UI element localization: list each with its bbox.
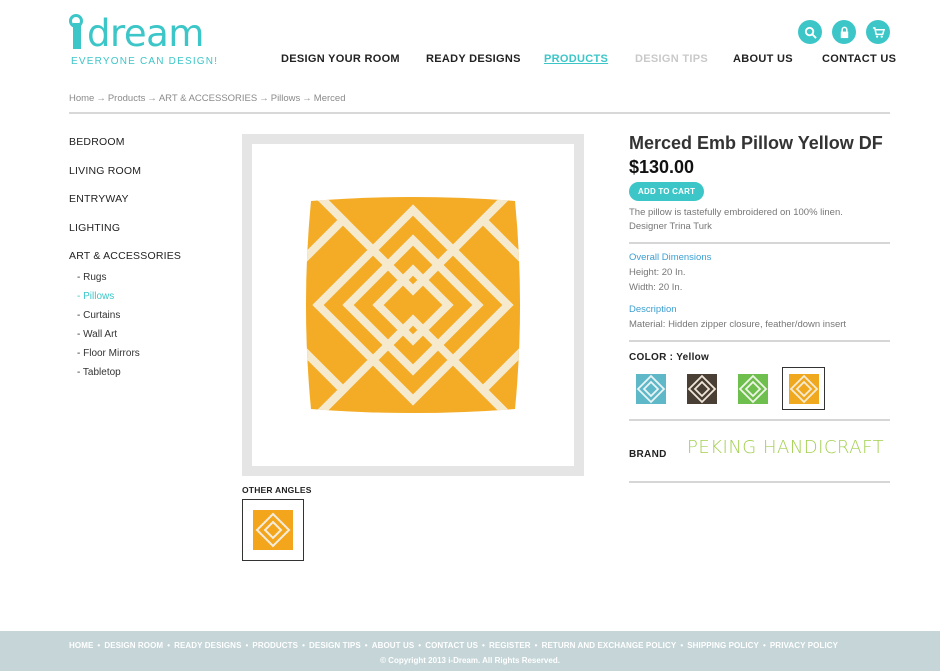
add-to-cart-button[interactable]: ADD TO CART xyxy=(629,182,705,201)
breadcrumb-art-accessories[interactable]: ART & ACCESSORIES xyxy=(159,93,257,104)
description-heading: Description xyxy=(629,304,677,315)
swatch-black-image xyxy=(686,373,717,404)
nav-ready-designs[interactable]: READY DESIGNS xyxy=(426,53,521,65)
footer-separator: • xyxy=(167,641,171,650)
nav-about-us[interactable]: ABOUT US xyxy=(733,53,793,65)
divider xyxy=(629,340,890,342)
main-nav: DESIGN YOUR ROOM READY DESIGNS PRODUCTS … xyxy=(281,53,896,69)
footer-link-return-policy[interactable]: RETURN AND EXCHANGE POLICY xyxy=(542,641,677,650)
footer-links: HOME • DESIGN ROOM • READY DESIGNS • PRODUCTS •… xyxy=(69,641,838,650)
other-angle-thumbnail[interactable] xyxy=(242,499,304,561)
footer-link-home[interactable]: HOME xyxy=(69,641,93,650)
footer-separator: • xyxy=(482,641,485,650)
sidebar-item-entryway[interactable]: ENTRYWAY xyxy=(69,192,219,221)
dimensions-block: Overall Dimensions Height: 20 In. Width:… xyxy=(629,251,890,295)
product-description: The pillow is tastefully embroidered on … xyxy=(629,206,890,233)
height-value: Height: 20 In. xyxy=(629,267,686,278)
footer-link-products[interactable]: PRODUCTS xyxy=(252,641,298,650)
swatch-green[interactable] xyxy=(731,367,774,410)
footer-separator: • xyxy=(364,641,368,650)
footer-separator: • xyxy=(534,641,538,650)
sidebar-subitem-curtains[interactable]: - Curtains xyxy=(69,309,219,328)
breadcrumb-home[interactable]: Home xyxy=(69,93,94,104)
divider xyxy=(629,419,890,421)
swatch-green-image xyxy=(737,373,768,404)
sidebar-item-living-room[interactable]: LIVING ROOM xyxy=(69,164,219,193)
sidebar-subitem-pillows[interactable]: - Pillows xyxy=(69,290,219,309)
swatch-blue[interactable] xyxy=(629,367,672,410)
divider xyxy=(629,481,890,483)
brand-logo[interactable]: PEKING HANDICRAFT xyxy=(687,437,884,458)
logo-tagline: EVERYONE CAN DESIGN! xyxy=(71,56,219,67)
pillow-thumbnail-image xyxy=(253,510,293,550)
footer: HOME • DESIGN ROOM • READY DESIGNS • PRODUCTS •… xyxy=(0,631,940,671)
footer-separator: • xyxy=(97,641,101,650)
logo[interactable]: dream EVERYONE CAN DESIGN! xyxy=(69,12,217,70)
search-icon[interactable] xyxy=(798,20,822,44)
divider xyxy=(629,242,890,244)
header-icons xyxy=(798,20,890,44)
brand-label: BRAND xyxy=(629,448,667,460)
sidebar-subitem-tabletop[interactable]: - Tabletop xyxy=(69,366,219,385)
swatch-black[interactable] xyxy=(680,367,723,410)
footer-separator: • xyxy=(418,641,422,650)
sidebar-subitem-wall-art[interactable]: - Wall Art xyxy=(69,328,219,347)
brand-row: BRAND PEKING HANDICRAFT xyxy=(629,427,890,467)
footer-link-privacy-policy[interactable]: PRIVACY POLICY xyxy=(770,641,838,650)
breadcrumb-separator: → xyxy=(96,93,106,104)
logo-wordmark: dream xyxy=(69,12,204,56)
nav-contact-us[interactable]: CONTACT US xyxy=(822,53,896,65)
product-title: Merced Emb Pillow Yellow DF xyxy=(629,133,883,153)
product-details: Merced Emb Pillow Yellow DF $130.00 ADD … xyxy=(629,133,890,490)
breadcrumb-separator: → xyxy=(302,93,312,104)
product-image-frame xyxy=(242,134,584,476)
breadcrumb-products[interactable]: Products xyxy=(108,93,146,104)
description-line: The pillow is tastefully embroidered on … xyxy=(629,207,843,218)
swatch-yellow-image xyxy=(788,373,819,404)
footer-link-about-us[interactable]: ABOUT US xyxy=(372,641,415,650)
footer-link-design-room[interactable]: DESIGN ROOM xyxy=(104,641,163,650)
breadcrumb-pillows[interactable]: Pillows xyxy=(271,93,301,104)
lock-icon[interactable] xyxy=(832,20,856,44)
footer-separator: • xyxy=(680,641,684,650)
breadcrumb-separator: → xyxy=(147,93,157,104)
sidebar-item-lighting[interactable]: LIGHTING xyxy=(69,221,219,250)
pillow-image xyxy=(306,197,520,413)
swatch-blue-image xyxy=(635,373,666,404)
nav-design-tips[interactable]: DESIGN TIPS xyxy=(635,53,708,65)
width-value: Width: 20 In. xyxy=(629,282,683,293)
breadcrumb: Home → Products → ART & ACCESSORIES → Pillows →… xyxy=(69,93,345,104)
nav-products[interactable]: PRODUCTS xyxy=(544,53,608,65)
footer-link-shipping-policy[interactable]: SHIPPING POLICY xyxy=(687,641,759,650)
footer-separator: • xyxy=(245,641,249,650)
color-label: COLOR : Yellow xyxy=(629,352,710,363)
swatch-yellow[interactable] xyxy=(782,367,825,410)
header-divider xyxy=(69,112,890,114)
breadcrumb-current: Merced xyxy=(313,93,346,104)
footer-link-design-tips[interactable]: DESIGN TIPS xyxy=(309,641,361,650)
description-block: Description Material: Hidden zipper clos… xyxy=(629,303,890,332)
nav-design-your-room[interactable]: DESIGN YOUR ROOM xyxy=(281,53,400,65)
sidebar-item-art-accessories[interactable]: ART & ACCESSORIES xyxy=(69,249,219,271)
product-price: $130.00 xyxy=(629,157,695,177)
footer-separator: • xyxy=(762,641,766,650)
material-value: Material: Hidden zipper closure, feather… xyxy=(629,319,847,330)
color-swatches xyxy=(629,367,890,410)
footer-link-ready-designs[interactable]: READY DESIGNS xyxy=(174,641,241,650)
sidebar-subitem-rugs[interactable]: - Rugs xyxy=(69,271,219,290)
footer-link-register[interactable]: REGISTER xyxy=(489,641,531,650)
footer-link-contact-us[interactable]: CONTACT US xyxy=(425,641,478,650)
sidebar-subitem-floor-mirrors[interactable]: - Floor Mirrors xyxy=(69,347,219,366)
copyright: © Copyright 2013 i-Dream. All Rights Res… xyxy=(380,656,560,665)
cart-icon[interactable] xyxy=(866,20,890,44)
product-image[interactable] xyxy=(252,144,574,466)
category-sidebar: BEDROOM LIVING ROOM ENTRYWAY LIGHTING AR… xyxy=(69,135,219,385)
dimensions-heading: Overall Dimensions xyxy=(629,252,712,263)
breadcrumb-separator: → xyxy=(259,93,269,104)
footer-separator: • xyxy=(302,641,306,650)
other-angles-label: OTHER ANGLES xyxy=(242,485,312,495)
designer-line: Designer Trina Turk xyxy=(629,220,712,232)
sidebar-item-bedroom[interactable]: BEDROOM xyxy=(69,135,219,164)
